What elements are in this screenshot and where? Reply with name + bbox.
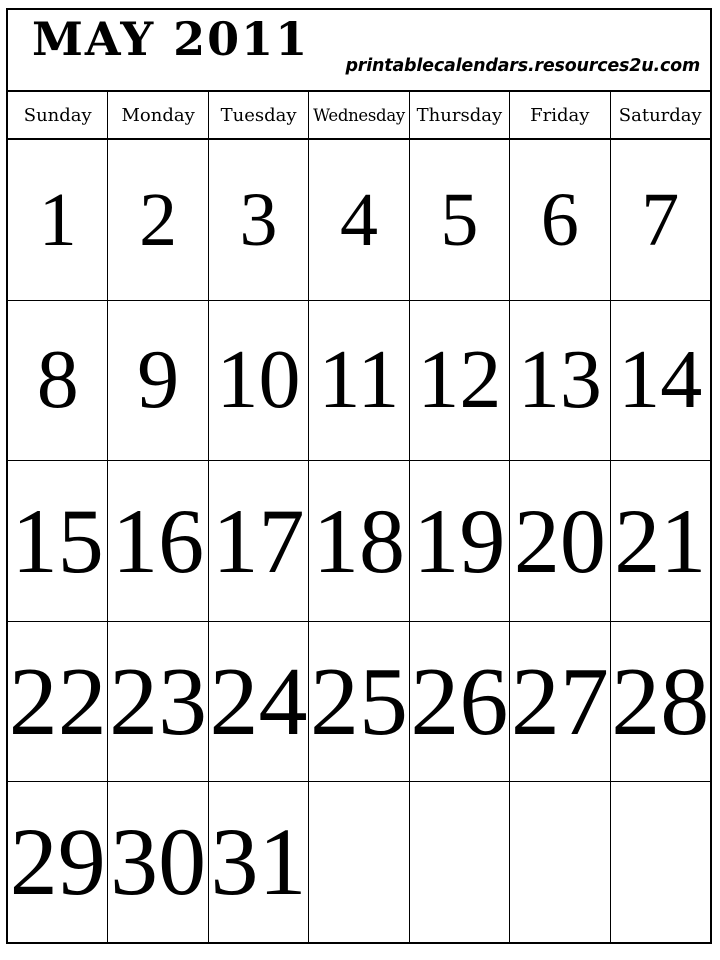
day-number: 17 [212,489,305,592]
day-cell[interactable]: 5 [410,140,511,300]
day-number: 29 [9,808,106,916]
day-number: 21 [614,489,707,592]
weekday-label: Friday [530,104,590,126]
day-cell[interactable]: 21 [611,461,710,621]
day-cell-empty[interactable] [611,782,710,942]
day-cell[interactable]: 16 [108,461,209,621]
day-number: 13 [517,333,602,427]
day-number: 5 [440,177,479,262]
day-number: 1 [38,177,77,262]
day-cell[interactable]: 23 [108,621,209,782]
day-number: 22 [8,647,107,756]
day-cell[interactable]: 19 [410,461,511,621]
day-cell[interactable]: 17 [209,461,310,621]
day-number: 27 [510,647,609,756]
weekday-label: Thursday [416,104,503,126]
day-cell[interactable]: 10 [209,300,310,461]
weekday-label: Wednesday [313,105,405,125]
week-row: 22 23 24 25 26 27 28 [8,621,710,783]
weekday-label: Monday [121,104,195,126]
day-number: 31 [210,808,307,916]
weekday-header-thursday: Thursday [410,92,511,138]
weekday-header-tuesday: Tuesday [209,92,310,138]
day-number: 2 [139,177,178,262]
day-cell[interactable]: 22 [8,621,109,782]
day-cell[interactable]: 11 [309,300,410,461]
day-number: 24 [209,647,308,756]
day-number: 7 [641,177,680,262]
calendar-grid: 1 2 3 4 5 6 7 8 9 10 11 12 13 14 15 16 1… [8,140,710,942]
day-cell[interactable]: 31 [209,782,310,942]
day-number: 14 [618,333,703,427]
day-cell[interactable]: 3 [209,140,310,300]
day-cell[interactable]: 26 [410,621,511,782]
day-number: 20 [513,489,606,592]
day-cell[interactable]: 18 [309,461,410,621]
day-cell[interactable]: 6 [510,140,611,300]
week-row: 29 30 31 [8,782,710,942]
day-number: 16 [112,489,205,592]
day-cell-empty[interactable] [410,782,511,942]
day-cell[interactable]: 28 [611,622,710,782]
site-url-watermark: printablecalendars.resources2u.com [345,56,700,76]
day-number: 15 [11,489,104,592]
weekday-header-sunday: Sunday [8,92,109,138]
weekday-header-saturday: Saturday [611,92,710,138]
calendar-page: MAY 2011 printablecalendars.resources2u.… [0,0,720,960]
weekday-header-friday: Friday [510,92,611,138]
day-cell[interactable]: 8 [8,300,109,461]
day-number: 6 [540,177,579,262]
day-number: 25 [309,647,408,756]
weekday-header-row: Sunday Monday Tuesday Wednesday Thursday… [8,92,710,140]
day-number: 10 [216,333,301,427]
week-row: 8 9 10 11 12 13 14 [8,300,710,462]
day-cell[interactable]: 13 [510,300,611,461]
day-number: 3 [239,177,278,262]
day-cell[interactable]: 1 [8,140,109,300]
day-number: 23 [109,647,208,756]
day-number: 9 [137,333,180,427]
weekday-header-wednesday: Wednesday [309,92,410,138]
calendar-header-band: MAY 2011 printablecalendars.resources2u.… [8,10,710,92]
day-cell[interactable]: 4 [309,140,410,300]
day-number: 28 [611,647,710,756]
weekday-label: Saturday [618,104,702,126]
weekday-label: Tuesday [220,104,297,126]
day-cell[interactable]: 30 [108,782,209,942]
week-row: 1 2 3 4 5 6 7 [8,140,710,301]
weekday-header-monday: Monday [108,92,209,138]
calendar-sheet: MAY 2011 printablecalendars.resources2u.… [6,8,712,944]
day-number: 8 [36,333,79,427]
weekday-label: Sunday [23,104,92,126]
day-number: 26 [410,647,509,756]
day-cell[interactable]: 9 [108,300,209,461]
day-number: 30 [110,808,207,916]
day-cell-empty[interactable] [510,782,611,942]
day-cell[interactable]: 14 [611,301,710,461]
day-cell[interactable]: 7 [611,140,710,300]
day-cell[interactable]: 2 [108,140,209,300]
day-number: 4 [339,177,378,262]
week-row: 15 16 17 18 19 20 21 [8,461,710,622]
day-cell[interactable]: 25 [309,621,410,782]
day-cell[interactable]: 15 [8,461,109,621]
day-cell[interactable]: 27 [510,621,611,782]
day-number: 19 [413,489,506,592]
day-cell-empty[interactable] [309,782,410,942]
day-cell[interactable]: 20 [510,461,611,621]
day-number: 12 [417,333,502,427]
day-cell[interactable]: 24 [209,621,310,782]
day-cell[interactable]: 29 [8,782,109,942]
month-year-title: MAY 2011 [32,12,310,66]
day-number: 18 [312,489,405,592]
day-cell[interactable]: 12 [410,300,511,461]
day-number: 11 [318,333,400,427]
